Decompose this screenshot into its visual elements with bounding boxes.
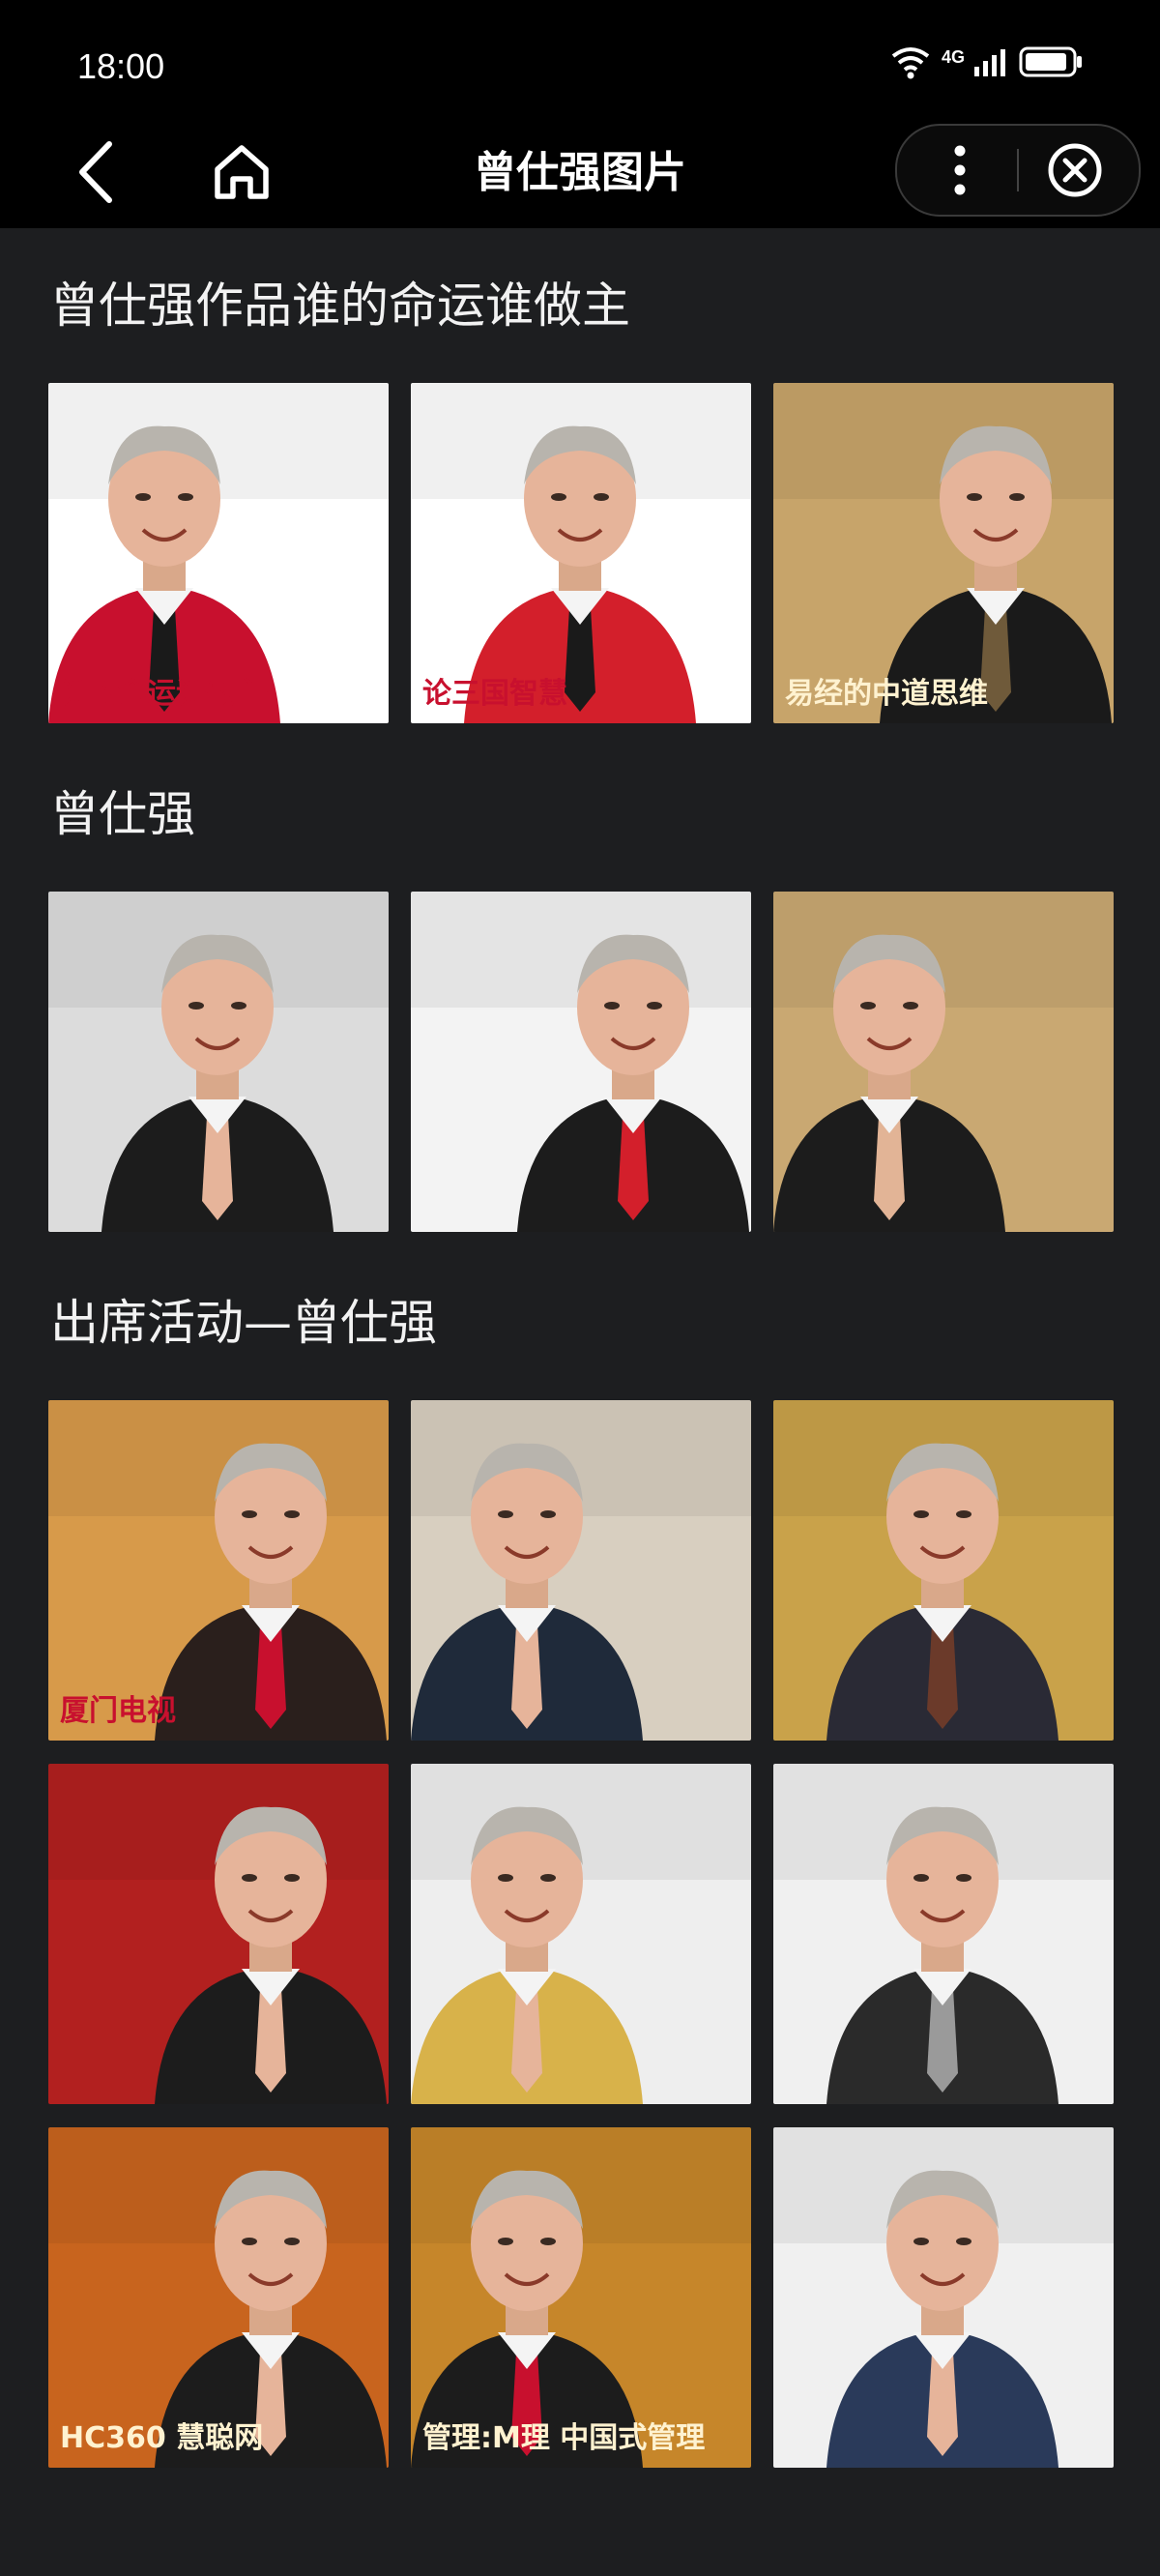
photo-thumbnail[interactable]: [411, 1400, 751, 1741]
thumbnail-caption: 易经的中道思维: [785, 677, 988, 711]
more-button[interactable]: [926, 135, 994, 205]
thumbnail-caption: 谁的命运谁做主!: [60, 677, 276, 711]
photo-thumbnail[interactable]: 谁的命运谁做主!: [48, 383, 389, 723]
network-type-label: 4G: [941, 46, 965, 67]
thumbnail-caption: 厦门电视: [60, 1694, 176, 1728]
mini-program-capsule: [895, 124, 1141, 217]
status-icons: 4G: [889, 44, 1083, 83]
photo-thumbnail[interactable]: [48, 892, 389, 1232]
battery-icon: [1019, 45, 1083, 82]
photo-thumbnail[interactable]: [773, 2127, 1114, 2468]
photo-thumbnail[interactable]: [48, 1764, 389, 2104]
close-button[interactable]: [1040, 135, 1110, 205]
photo-thumbnail[interactable]: [411, 892, 751, 1232]
photo-thumbnail[interactable]: 厦门电视: [48, 1400, 389, 1741]
photo-thumbnail[interactable]: [773, 1400, 1114, 1741]
photo-thumbnail[interactable]: 易经的中道思维: [773, 383, 1114, 723]
thumbnail-caption: HC360 慧聪网: [60, 2421, 264, 2455]
thumbnail-caption: 论三国智慧: [422, 677, 567, 711]
section-title: 曾仕强: [50, 786, 195, 842]
photo-thumbnail[interactable]: 管理:M理 中国式管理: [411, 2127, 751, 2468]
photo-thumbnail[interactable]: [773, 1764, 1114, 2104]
signal-icon: [974, 47, 1009, 80]
photo-thumbnail[interactable]: HC360 慧聪网: [48, 2127, 389, 2468]
section-title: 曾仕强作品谁的命运谁做主: [50, 278, 630, 334]
photo-thumbnail[interactable]: 论三国智慧: [411, 383, 751, 723]
nav-bar: 曾仕强图片: [0, 116, 1160, 228]
status-bar: 18:00 4G: [0, 0, 1160, 135]
section-title: 出席活动—曾仕强: [50, 1295, 437, 1351]
capsule-divider: [1017, 149, 1019, 191]
photo-thumbnail[interactable]: [411, 1764, 751, 2104]
close-circle-icon: [1048, 143, 1102, 197]
photo-thumbnail[interactable]: [773, 892, 1114, 1232]
wifi-icon: [889, 44, 932, 83]
status-time: 18:00: [77, 46, 165, 86]
thumbnail-caption: 管理:M理 中国式管理: [422, 2421, 706, 2455]
more-vertical-icon: [954, 145, 966, 195]
